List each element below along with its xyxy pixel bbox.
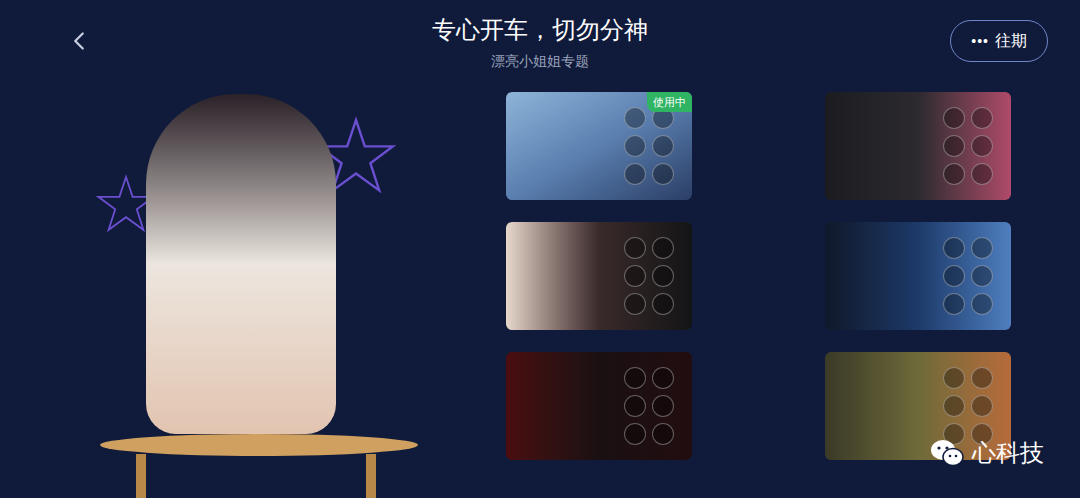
preview-control-icon <box>943 265 965 287</box>
preview-control-icon <box>624 423 646 445</box>
preview-control-icon <box>624 293 646 315</box>
back-arrow-icon <box>64 26 94 56</box>
preview-control-icon <box>971 237 993 259</box>
preview-control-icon <box>624 367 646 389</box>
preview-control-icon <box>624 135 646 157</box>
theme-card[interactable] <box>506 352 692 460</box>
preview-control-icon <box>971 107 993 129</box>
page-title: 专心开车，切勿分神 <box>432 14 648 46</box>
watermark: 心科技 <box>930 438 1044 468</box>
preview-control-icon <box>971 163 993 185</box>
preview-control-icon <box>652 423 674 445</box>
preview-control-icon <box>943 395 965 417</box>
preview-control-icon <box>943 163 965 185</box>
featured-photo <box>96 86 420 498</box>
theme-card[interactable] <box>506 222 692 330</box>
history-label: 往期 <box>995 29 1027 53</box>
theme-preview-image <box>825 222 1011 330</box>
theme-preview-image <box>825 92 1011 200</box>
preview-control-icon <box>971 367 993 389</box>
preview-control-icon <box>943 293 965 315</box>
preview-control-icon <box>971 265 993 287</box>
preview-control-icon <box>624 265 646 287</box>
in-use-badge: 使用中 <box>647 92 692 112</box>
preview-control-icon <box>624 395 646 417</box>
watermark-text: 心科技 <box>972 438 1044 468</box>
theme-card[interactable]: 使用中 <box>506 92 692 200</box>
preview-control-icon <box>652 237 674 259</box>
theme-preview-image <box>506 222 692 330</box>
preview-control-icon <box>943 135 965 157</box>
theme-grid: 使用中 <box>506 92 1011 498</box>
preview-control-icon <box>971 395 993 417</box>
preview-control-icon <box>652 367 674 389</box>
content: 使用中 <box>0 86 1080 498</box>
preview-control-icon <box>652 395 674 417</box>
preview-control-icon <box>652 265 674 287</box>
preview-control-icon <box>624 237 646 259</box>
page-subtitle: 漂亮小姐姐专题 <box>491 52 589 70</box>
theme-page: 专心开车，切勿分神漂亮小姐姐专题 ••• 往期使用中心科技 <box>0 0 1080 498</box>
preview-control-icon <box>652 293 674 315</box>
wechat-icon <box>930 439 964 467</box>
back-button[interactable] <box>64 26 94 56</box>
preview-control-icon <box>652 135 674 157</box>
theme-card[interactable] <box>825 222 1011 330</box>
more-dots: ••• <box>971 31 989 52</box>
header: 专心开车，切勿分神漂亮小姐姐专题 ••• 往期 <box>0 0 1080 86</box>
preview-control-icon <box>943 367 965 389</box>
preview-control-icon <box>971 135 993 157</box>
history-button[interactable]: ••• 往期 <box>950 20 1048 62</box>
preview-control-icon <box>971 293 993 315</box>
theme-preview-image <box>506 352 692 460</box>
preview-control-icon <box>943 237 965 259</box>
preview-control-icon <box>624 163 646 185</box>
theme-card[interactable] <box>825 92 1011 200</box>
preview-control-icon <box>943 107 965 129</box>
preview-control-icon <box>652 163 674 185</box>
preview-control-icon <box>624 107 646 129</box>
